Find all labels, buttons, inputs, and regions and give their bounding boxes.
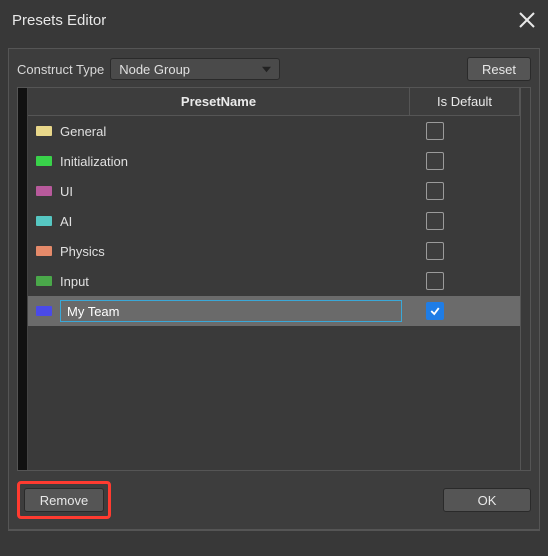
column-header-presetname[interactable]: PresetName: [28, 88, 410, 115]
row-header-gutter: [18, 88, 28, 470]
dialog-footer: Remove OK: [17, 471, 531, 519]
presets-editor-window: Presets Editor Construct Type Node Group…: [0, 0, 548, 556]
is-default-checkbox[interactable]: [426, 152, 444, 170]
is-default-checkbox[interactable]: [426, 302, 444, 320]
preset-name-label: UI: [60, 184, 73, 199]
preset-name-cell[interactable]: UI: [28, 176, 410, 206]
color-swatch: [36, 186, 52, 196]
is-default-checkbox[interactable]: [426, 272, 444, 290]
preset-name-label: Initialization: [60, 154, 128, 169]
color-swatch: [36, 156, 52, 166]
preset-name-label: General: [60, 124, 106, 139]
is-default-cell: [410, 236, 520, 266]
dialog-body: Construct Type Node Group Reset PresetNa…: [0, 40, 548, 556]
construct-type-value: Node Group: [119, 62, 190, 77]
preset-name-label: Physics: [60, 244, 105, 259]
table-body: PresetName Is Default General Initializat…: [28, 88, 520, 470]
is-default-checkbox[interactable]: [426, 242, 444, 260]
toolbar: Construct Type Node Group Reset: [17, 57, 531, 81]
remove-button[interactable]: Remove: [24, 488, 104, 512]
table-header-row: PresetName Is Default: [28, 88, 520, 116]
is-default-cell: [410, 296, 520, 326]
is-default-cell: [410, 116, 520, 146]
table-row[interactable]: Initialization: [28, 146, 520, 176]
color-swatch: [36, 276, 52, 286]
presets-table: PresetName Is Default General Initializat…: [17, 87, 531, 471]
remove-button-highlight: Remove: [17, 481, 111, 519]
is-default-checkbox[interactable]: [426, 212, 444, 230]
table-row[interactable]: General: [28, 116, 520, 146]
color-swatch: [36, 306, 52, 316]
preset-name-cell[interactable]: Physics: [28, 236, 410, 266]
preset-name-label: Input: [60, 274, 89, 289]
preset-name-cell[interactable]: Initialization: [28, 146, 410, 176]
column-header-isdefault[interactable]: Is Default: [410, 88, 520, 115]
vertical-scrollbar[interactable]: [520, 88, 530, 470]
color-swatch: [36, 216, 52, 226]
preset-name-cell[interactable]: AI: [28, 206, 410, 236]
table-row[interactable]: Physics: [28, 236, 520, 266]
construct-type-dropdown[interactable]: Node Group: [110, 58, 280, 80]
is-default-cell: [410, 146, 520, 176]
preset-name-label: AI: [60, 214, 72, 229]
table-rows: General Initialization UI AI Physics Input: [28, 116, 520, 470]
titlebar: Presets Editor: [0, 0, 548, 40]
is-default-checkbox[interactable]: [426, 122, 444, 140]
is-default-cell: [410, 266, 520, 296]
table-row[interactable]: Input: [28, 266, 520, 296]
preset-name-cell[interactable]: Input: [28, 266, 410, 296]
is-default-checkbox[interactable]: [426, 182, 444, 200]
is-default-cell: [410, 176, 520, 206]
close-icon[interactable]: [518, 11, 536, 29]
color-swatch: [36, 126, 52, 136]
table-row[interactable]: [28, 296, 520, 326]
preset-name-input[interactable]: [60, 300, 402, 322]
window-title: Presets Editor: [12, 12, 106, 29]
is-default-cell: [410, 206, 520, 236]
preset-name-cell[interactable]: General: [28, 116, 410, 146]
inner-panel: Construct Type Node Group Reset PresetNa…: [8, 48, 540, 530]
construct-type-label: Construct Type: [17, 62, 104, 77]
ok-button[interactable]: OK: [443, 488, 531, 512]
table-row[interactable]: UI: [28, 176, 520, 206]
status-strip: [8, 530, 540, 548]
preset-name-cell[interactable]: [28, 296, 410, 326]
color-swatch: [36, 246, 52, 256]
table-row[interactable]: AI: [28, 206, 520, 236]
chevron-down-icon: [262, 65, 271, 74]
reset-button[interactable]: Reset: [467, 57, 531, 81]
